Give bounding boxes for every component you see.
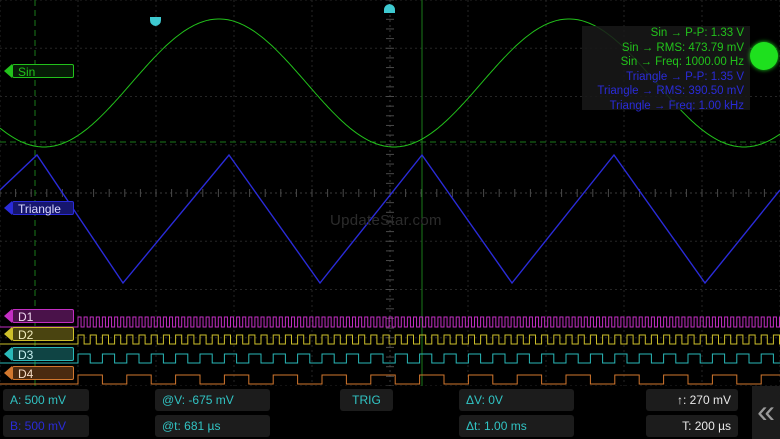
cursor-voltage-readout[interactable]: @V: -675 mV <box>155 389 270 411</box>
measurement-triangle-freq: Triangle → Freq: 1.00 kHz <box>609 99 744 112</box>
channel-a-scale[interactable]: A: 500 mV <box>3 389 89 411</box>
run-status-indicator[interactable] <box>750 42 778 70</box>
trigger-position-marker[interactable] <box>150 17 161 26</box>
sin-marker[interactable] <box>4 64 12 78</box>
delta-voltage-readout[interactable]: ΔV: 0V <box>459 389 574 411</box>
measurement-sin-rms: Sin → RMS: 473.79 mV <box>621 41 744 54</box>
trigger-level-readout[interactable]: ↑: 270 mV <box>646 389 738 411</box>
d2-marker[interactable] <box>4 327 12 341</box>
watermark: UpdateStar.com <box>330 212 442 229</box>
delta-time-readout[interactable]: Δt: 1.00 ms <box>459 415 574 437</box>
measurement-sin-pp: Sin → P-P: 1.33 V <box>650 27 744 39</box>
measurement-triangle-pp: Triangle → P-P: 1.35 V <box>626 70 744 83</box>
bottom-toolbar: A: 500 mV B: 500 mV @V: -675 mV @t: 681 … <box>0 386 780 439</box>
channel-label-triangle[interactable]: Triangle <box>12 201 74 216</box>
channel-label-sin[interactable]: Sin <box>12 64 74 79</box>
d1-marker[interactable] <box>4 309 12 323</box>
d4-marker[interactable] <box>4 366 12 380</box>
channel-label-d4[interactable]: D4 <box>12 366 74 381</box>
trig-button[interactable]: TRIG <box>340 389 393 411</box>
oscilloscope-display[interactable]: Sin Triangle D1 D2 D3 D4 UpdateStar.com … <box>0 0 780 386</box>
channel-label-d1[interactable]: D1 <box>12 309 74 324</box>
channel-label-d3[interactable]: D3 <box>12 347 74 362</box>
measurements-panel[interactable]: Sin → P-P: 1.33 V Sin → RMS: 473.79 mV S… <box>582 26 750 112</box>
channel-b-scale[interactable]: B: 500 mV <box>3 415 89 437</box>
d3-marker[interactable] <box>4 347 12 361</box>
time-reference-marker[interactable] <box>384 4 395 13</box>
measurement-triangle-rms: Triangle → RMS: 390.50 mV <box>597 85 744 97</box>
measurement-sin-freq: Sin → Freq: 1000.00 Hz <box>620 56 744 68</box>
timebase-readout[interactable]: T: 200 µs <box>646 415 738 437</box>
triangle-marker[interactable] <box>4 201 12 215</box>
double-chevron-left-icon[interactable]: « <box>752 386 780 439</box>
cursor-time-readout[interactable]: @t: 681 µs <box>155 415 270 437</box>
channel-label-d2[interactable]: D2 <box>12 327 74 342</box>
